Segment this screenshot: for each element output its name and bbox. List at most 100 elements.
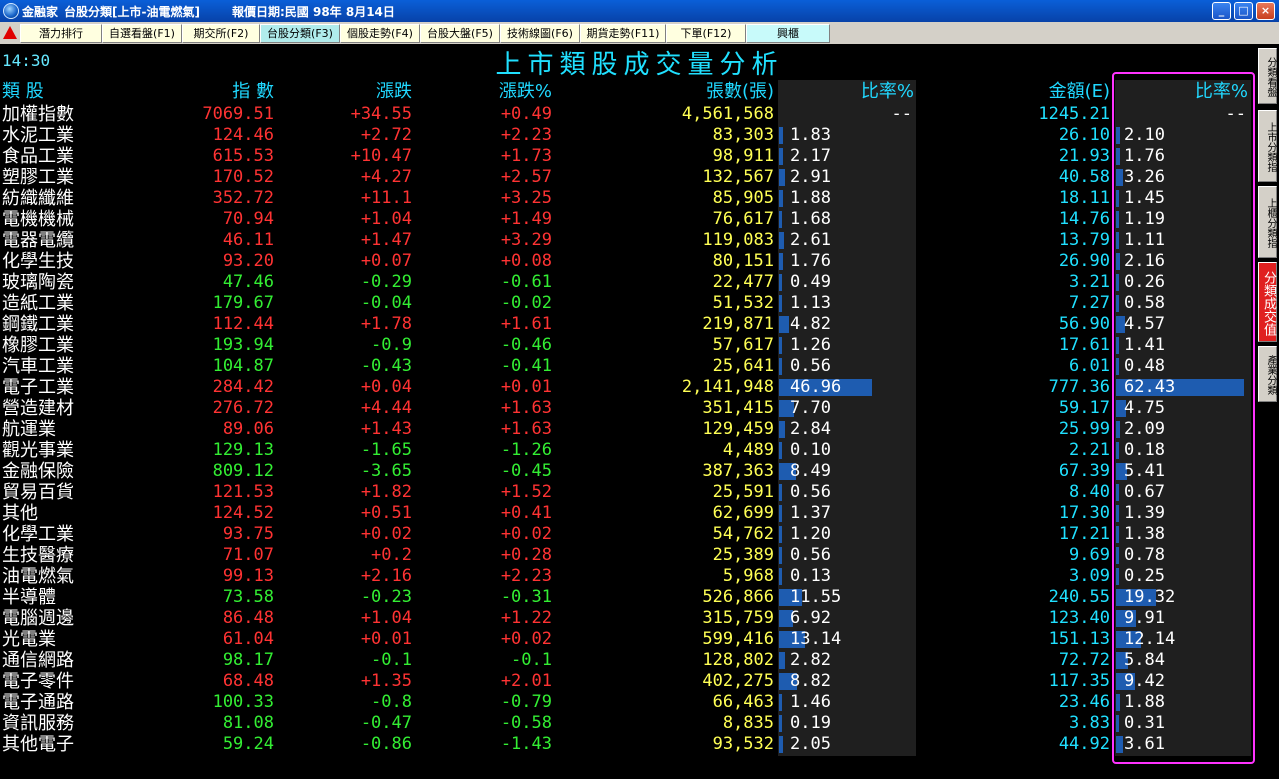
change-pct-value: -0.31: [500, 587, 552, 607]
change-value: +2.72: [360, 125, 412, 145]
volume-ratio-value: 2.84: [790, 419, 831, 439]
header-amount[interactable]: 金額(E): [980, 81, 1110, 102]
window-title: 台股分類[上市-油電燃氣]: [64, 5, 200, 19]
change-value: +4.27: [360, 167, 412, 187]
side-tab-otc-index[interactable]: 上櫃分類指: [1258, 186, 1277, 258]
change-pct-value: -0.45: [500, 461, 552, 481]
volume-ratio-bar: [779, 358, 782, 375]
sector-name: 橡膠工業: [2, 335, 74, 356]
index-value: 68.48: [222, 671, 274, 691]
toolbar-watchlist-button[interactable]: 自選看盤(F1): [102, 24, 182, 43]
side-tab-industry[interactable]: 產業分類: [1258, 346, 1277, 402]
toolbar: 潛力排行 自選看盤(F1) 期交所(F2) 台股分類(F3) 個股走勢(F4) …: [0, 22, 1279, 44]
amount-ratio-bar: [1116, 442, 1119, 459]
change-value: +1.43: [360, 419, 412, 439]
amount-ratio-value: 1.41: [1124, 335, 1165, 355]
change-value: +0.01: [360, 629, 412, 649]
change-pct-value: -0.02: [500, 293, 552, 313]
amount-ratio-value: 5.84: [1124, 650, 1165, 670]
volume-value: 5,968: [722, 566, 774, 586]
change-value: +1.47: [360, 230, 412, 250]
volume-ratio-bar: [779, 232, 785, 249]
header-volume[interactable]: 張數(張): [600, 81, 774, 102]
amount-value: 2.21: [1069, 440, 1110, 460]
sector-name: 其他電子: [2, 734, 74, 755]
volume-value: 387,363: [702, 461, 774, 481]
volume-value: 351,415: [702, 398, 774, 418]
volume-ratio-bar: [779, 211, 783, 228]
volume-value: 2,141,948: [681, 377, 774, 397]
change-pct-value: +2.23: [500, 125, 552, 145]
volume-ratio-bar: [779, 484, 782, 501]
change-pct-value: +0.02: [500, 524, 552, 544]
toolbar-futures-exchange-button[interactable]: 期交所(F2): [182, 24, 260, 43]
change-value: +1.04: [360, 209, 412, 229]
side-tab-sector-watch[interactable]: 分類看盤: [1258, 48, 1277, 104]
volume-ratio-bar: [779, 505, 782, 522]
amount-value: 17.30: [1058, 503, 1110, 523]
change-value: -0.43: [360, 356, 412, 376]
index-value: 99.13: [222, 566, 274, 586]
header-change[interactable]: 漲跌: [300, 81, 412, 102]
change-value: -3.65: [360, 461, 412, 481]
volume-value: 98,911: [712, 146, 774, 166]
index-value: 179.67: [212, 293, 274, 313]
toolbar-emerging-button[interactable]: 興櫃: [746, 24, 830, 43]
change-value: -0.29: [360, 272, 412, 292]
toolbar-potential-ranking-button[interactable]: 潛力排行: [20, 24, 102, 43]
index-value: 81.08: [222, 713, 274, 733]
header-volume-ratio[interactable]: 比率%: [780, 81, 914, 102]
amount-ratio-value: 62.43: [1124, 377, 1176, 397]
sector-name: 金融保險: [2, 461, 74, 482]
index-value: 47.46: [222, 272, 274, 292]
toolbar-market-button[interactable]: 台股大盤(F5): [420, 24, 500, 43]
sector-name: 生技醫療: [2, 545, 74, 566]
toolbar-order-button[interactable]: 下單(F12): [666, 24, 746, 43]
volume-value: 76,617: [712, 209, 774, 229]
maximize-button[interactable]: □: [1234, 2, 1253, 20]
index-value: 59.24: [222, 734, 274, 754]
change-pct-value: +0.28: [500, 545, 552, 565]
red-triangle-icon[interactable]: [3, 26, 17, 39]
title-bar: 金融家 台股分類[上市-油電燃氣] 報價日期:民國 98年 8月14日 _ □ …: [0, 0, 1279, 22]
change-pct-value: +0.49: [500, 104, 552, 124]
volume-ratio-bar: [779, 547, 782, 564]
minimize-button[interactable]: _: [1212, 2, 1231, 20]
change-value: -0.8: [371, 692, 412, 712]
header-change-pct[interactable]: 漲跌%: [430, 81, 552, 102]
change-value: +0.04: [360, 377, 412, 397]
side-tab-listed-index[interactable]: 上市分類指: [1258, 110, 1277, 182]
amount-value: 151.13: [1048, 629, 1110, 649]
amount-ratio-value: 0.67: [1124, 482, 1165, 502]
volume-ratio-value: 2.05: [790, 734, 831, 754]
index-value: 86.48: [222, 608, 274, 628]
amount-ratio-value: 4.75: [1124, 398, 1165, 418]
volume-ratio-value: 13.14: [790, 629, 842, 649]
change-value: -1.65: [360, 440, 412, 460]
volume-value: 25,641: [712, 356, 774, 376]
change-value: +0.2: [371, 545, 412, 565]
volume-value: 66,463: [712, 692, 774, 712]
volume-value: 83,303: [712, 125, 774, 145]
header-index[interactable]: 指 數: [150, 81, 274, 102]
amount-ratio-bar: [1116, 127, 1121, 144]
toolbar-sector-button[interactable]: 台股分類(F3): [260, 24, 340, 43]
toolbar-stock-trend-button[interactable]: 個股走勢(F4): [340, 24, 420, 43]
amount-ratio-value: 1.45: [1124, 188, 1165, 208]
change-value: +1.82: [360, 482, 412, 502]
header-amount-ratio[interactable]: 比率%: [1116, 81, 1248, 102]
volume-value: 4,561,568: [681, 104, 774, 124]
header-category[interactable]: 類 股: [2, 81, 122, 102]
sector-name: 紡織纖維: [2, 188, 74, 209]
change-pct-value: +2.01: [500, 671, 552, 691]
amount-ratio-value: 5.41: [1124, 461, 1165, 481]
amount-ratio-bar: [1116, 568, 1119, 585]
amount-ratio-value: 12.14: [1124, 629, 1176, 649]
amount-ratio-value: 3.61: [1124, 734, 1165, 754]
toolbar-futures-trend-button[interactable]: 期貨走勢(F11): [580, 24, 666, 43]
change-pct-value: +2.23: [500, 566, 552, 586]
side-tab-sector-turnover[interactable]: 分類成交值: [1258, 262, 1277, 342]
close-button[interactable]: ×: [1256, 2, 1275, 20]
index-value: 104.87: [212, 356, 274, 376]
toolbar-technical-chart-button[interactable]: 技術線圖(F6): [500, 24, 580, 43]
